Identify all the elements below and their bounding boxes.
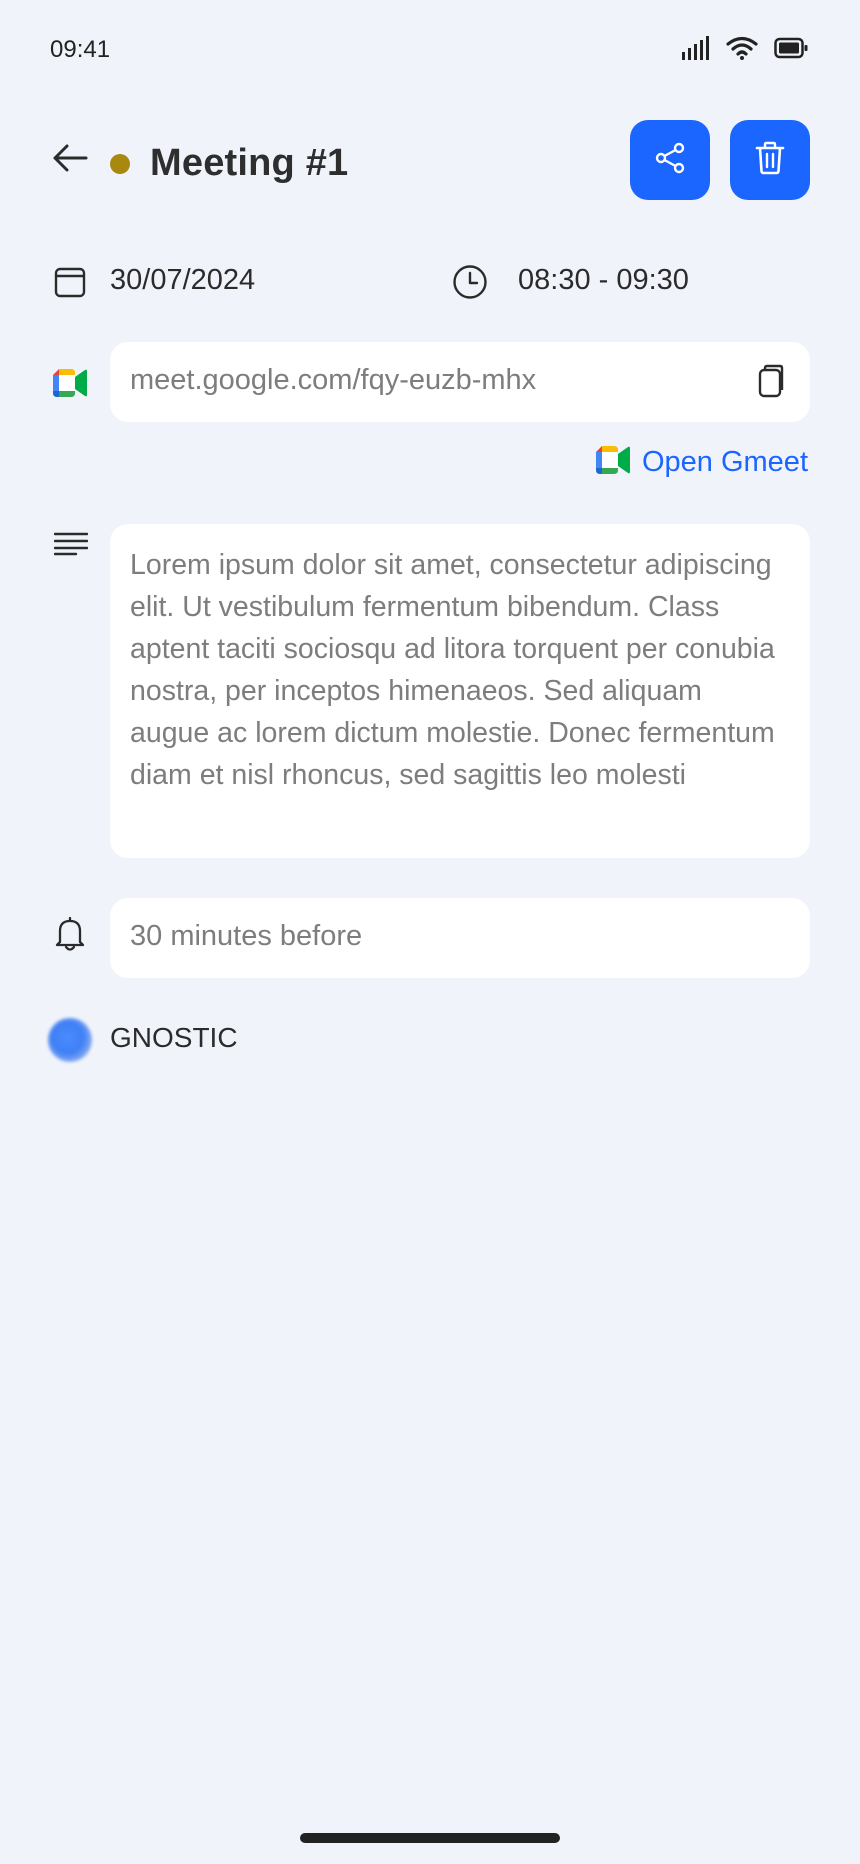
header: Meeting #1 — [0, 120, 860, 200]
status-bar: 09:41 — [0, 0, 860, 100]
arrow-left-icon — [52, 143, 88, 178]
home-indicator[interactable] — [300, 1833, 560, 1843]
google-meet-icon — [595, 446, 630, 479]
bell-icon — [54, 916, 86, 957]
event-color-dot — [110, 154, 130, 174]
calendar-icon — [54, 266, 86, 303]
copy-icon[interactable] — [756, 364, 784, 403]
event-date[interactable]: 30/07/2024 — [110, 264, 255, 297]
reminder-value: 30 minutes before — [130, 920, 363, 952]
delete-button[interactable] — [730, 120, 810, 200]
status-time: 09:41 — [50, 36, 111, 63]
google-meet-icon — [53, 369, 87, 402]
battery-icon — [774, 37, 808, 59]
clock-icon — [452, 264, 488, 305]
trash-icon — [755, 141, 785, 180]
text-lines-icon — [53, 532, 89, 561]
avatar — [48, 1018, 92, 1062]
description-field[interactable]: Lorem ipsum dolor sit amet, consectetur … — [110, 524, 810, 858]
open-gmeet-label: Open Gmeet — [641, 446, 808, 478]
meeting-link-text: meet.google.com/fqy-euzb-mhx — [130, 364, 537, 396]
share-button[interactable] — [630, 120, 710, 200]
reminder-field[interactable]: 30 minutes before — [110, 898, 810, 978]
signal-icon — [682, 36, 710, 60]
open-gmeet-link[interactable]: Open Gmeet — [595, 446, 808, 479]
meeting-link-field[interactable]: meet.google.com/fqy-euzb-mhx — [110, 342, 810, 422]
wifi-icon — [726, 36, 758, 60]
event-time-range[interactable]: 08:30 - 09:30 — [518, 264, 689, 297]
status-icons — [682, 36, 808, 60]
description-text: Lorem ipsum dolor sit amet, consectetur … — [130, 549, 775, 791]
attendee-name: GNOSTIC — [110, 1022, 238, 1053]
page-title: Meeting #1 — [150, 142, 349, 184]
back-button[interactable] — [50, 142, 90, 178]
schedule-row: 30/07/2024 08:30 - 09:30 — [0, 262, 860, 299]
share-icon — [654, 142, 686, 179]
